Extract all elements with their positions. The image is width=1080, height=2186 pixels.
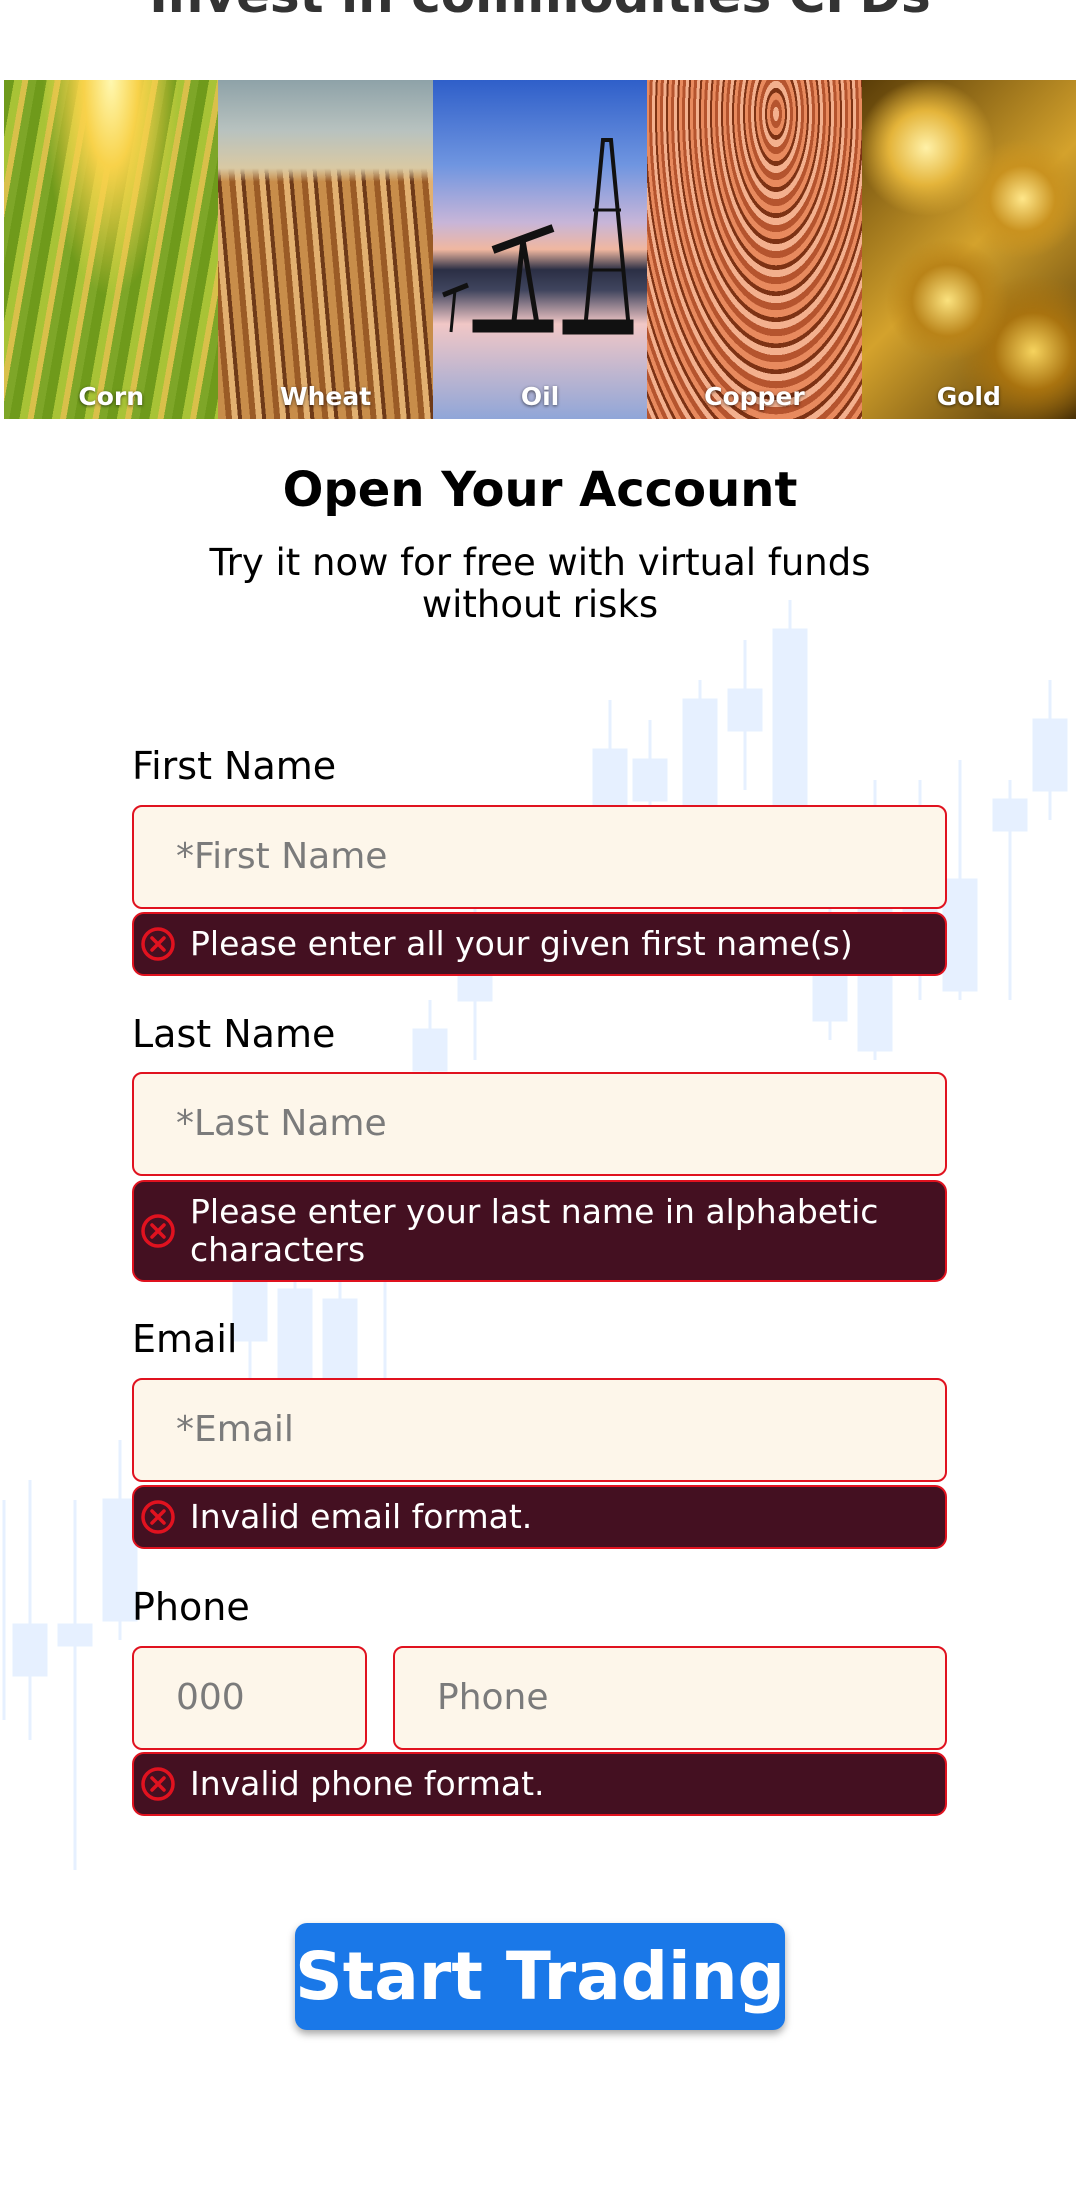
last-name-error: Please enter your last name in alphabeti…	[132, 1180, 947, 1282]
error-circle-x-icon	[141, 927, 175, 961]
commodity-tile-oil: Oil	[432, 80, 648, 419]
commodity-tile-copper: Copper	[647, 80, 862, 419]
error-message: Please enter your last name in alphabeti…	[190, 1192, 879, 1269]
gold-image	[861, 80, 1077, 419]
phone-label: Phone	[132, 1585, 250, 1629]
commodity-tile-gold: Gold	[861, 80, 1077, 419]
oil-rig-icon	[441, 138, 634, 335]
first-name-input[interactable]: *First Name	[132, 805, 947, 909]
last-name-label: Last Name	[132, 1012, 336, 1056]
first-name-error: Please enter all your given first name(s…	[132, 912, 947, 976]
phone-error: Invalid phone format.	[132, 1752, 947, 1816]
email-input[interactable]: *Email	[132, 1378, 947, 1482]
last-name-input[interactable]: *Last Name	[132, 1072, 947, 1176]
commodity-label: Copper	[704, 382, 805, 411]
commodity-label: Wheat	[280, 382, 372, 411]
commodity-label: Gold	[936, 382, 1001, 411]
phone-input[interactable]: Phone	[393, 1646, 947, 1750]
oil-image	[432, 80, 648, 419]
commodity-label: Corn	[78, 382, 145, 411]
error-circle-x-icon	[141, 1214, 175, 1248]
email-label: Email	[132, 1317, 238, 1361]
error-message: Invalid phone format.	[190, 1764, 545, 1803]
commodity-label: Oil	[520, 382, 560, 411]
start-trading-button[interactable]: Start Trading	[295, 1923, 785, 2030]
commodity-tile-corn: Corn	[4, 80, 219, 419]
error-message: Invalid email format.	[190, 1497, 533, 1536]
phone-country-code-input[interactable]: 000	[132, 1646, 367, 1750]
email-error: Invalid email format.	[132, 1485, 947, 1549]
commodity-banner: Corn Wheat Oil Copper Gold	[4, 80, 1077, 419]
form-title: Open Your Account	[282, 462, 798, 518]
error-circle-x-icon	[141, 1767, 175, 1801]
error-circle-x-icon	[141, 1500, 175, 1534]
copper-image	[647, 80, 862, 419]
page-heading: Invest in commodities CFDs	[0, 0, 1080, 24]
error-message: Please enter all your given first name(s…	[190, 924, 853, 963]
corn-image	[4, 80, 219, 419]
wheat-image	[218, 80, 433, 419]
commodity-tile-wheat: Wheat	[218, 80, 433, 419]
form-subtitle: Try it now for free with virtual funds w…	[209, 541, 871, 626]
first-name-label: First Name	[132, 744, 337, 788]
